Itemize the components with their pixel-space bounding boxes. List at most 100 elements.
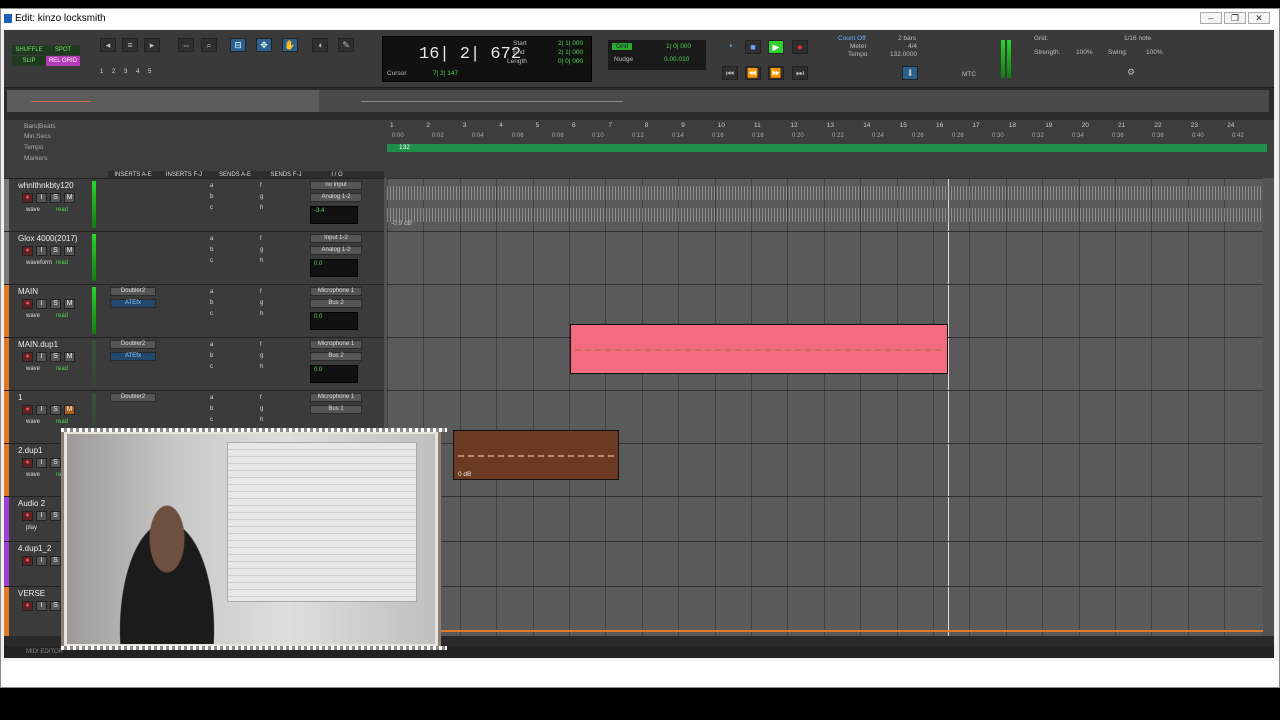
insert-slot-1[interactable]: Doubler2 bbox=[110, 340, 156, 349]
track-view-selector[interactable]: wave bbox=[26, 472, 40, 478]
track-lane[interactable] bbox=[387, 541, 1263, 586]
start-value[interactable]: 2| 1| 000 bbox=[558, 40, 583, 47]
input-monitor-button[interactable]: I bbox=[36, 601, 47, 611]
record-button-icon[interactable]: ● bbox=[792, 40, 808, 54]
tempo-ruler-strip[interactable]: 132 bbox=[387, 144, 1267, 152]
automation-mode[interactable]: read bbox=[56, 366, 68, 372]
send-slot[interactable]: b bbox=[210, 406, 213, 412]
send-slot[interactable]: f bbox=[260, 183, 262, 189]
send-slot[interactable]: h bbox=[260, 364, 263, 370]
mute-button[interactable]: M bbox=[64, 246, 75, 256]
send-slot[interactable]: a bbox=[210, 342, 213, 348]
input-monitor-button[interactable]: I bbox=[36, 511, 47, 521]
bar-number[interactable]: 13 bbox=[827, 122, 834, 129]
volume-readout[interactable]: -3.4 bbox=[310, 206, 358, 224]
solo-button[interactable]: S bbox=[50, 193, 61, 203]
volume-readout[interactable]: 0.0 bbox=[310, 365, 358, 383]
send-slot[interactable]: f bbox=[260, 236, 262, 242]
track-name[interactable]: Audio 2 bbox=[18, 499, 45, 508]
solo-button[interactable]: S bbox=[50, 556, 61, 566]
tempo-value[interactable]: 132.0000 bbox=[890, 51, 917, 58]
output-selector[interactable]: Analog 1-2 bbox=[310, 193, 362, 202]
track-lane[interactable] bbox=[387, 496, 1263, 541]
send-slot[interactable]: h bbox=[260, 205, 263, 211]
zoom-preset-5[interactable]: 5 bbox=[148, 69, 151, 75]
send-slot[interactable]: g bbox=[260, 247, 263, 253]
input-monitor-button[interactable]: I bbox=[36, 193, 47, 203]
end-value[interactable]: 2| 1| 000 bbox=[558, 49, 583, 56]
bar-number[interactable]: 24 bbox=[1227, 122, 1234, 129]
fast-forward-icon[interactable]: ⏩ bbox=[768, 66, 784, 80]
input-selector[interactable]: Microphone 1 bbox=[310, 340, 362, 349]
automation-mode[interactable]: read bbox=[56, 419, 68, 425]
universe-strip[interactable] bbox=[7, 90, 1269, 112]
shuffle-mode-button[interactable]: SHUFFLE bbox=[12, 45, 46, 55]
record-enable-button[interactable]: ● bbox=[22, 556, 33, 566]
bar-number[interactable]: 10 bbox=[718, 122, 725, 129]
automation-mode[interactable]: read bbox=[56, 207, 68, 213]
automation-mode[interactable]: read bbox=[56, 260, 68, 266]
audio-clip-main[interactable] bbox=[570, 324, 948, 374]
bar-number[interactable]: 11 bbox=[754, 122, 761, 129]
send-slot[interactable]: c bbox=[210, 205, 213, 211]
solo-button[interactable]: S bbox=[50, 405, 61, 415]
volume-readout[interactable]: 0.0 bbox=[310, 259, 358, 277]
input-selector[interactable]: no input bbox=[310, 181, 362, 190]
send-slot[interactable]: a bbox=[210, 395, 213, 401]
grid-mode-button[interactable]: REL GRID bbox=[46, 56, 80, 66]
mute-button[interactable]: M bbox=[64, 299, 75, 309]
zoom-preset-2[interactable]: 2 bbox=[112, 69, 115, 75]
search-icon[interactable]: ⌕ bbox=[201, 38, 217, 52]
send-slot[interactable]: c bbox=[210, 311, 213, 317]
input-monitor-button[interactable]: I bbox=[36, 556, 47, 566]
maximize-button[interactable]: ❐ bbox=[1224, 12, 1246, 24]
input-selector[interactable]: Input 1-2 bbox=[310, 234, 362, 243]
send-slot[interactable]: a bbox=[210, 236, 213, 242]
hand-tool-icon[interactable]: ✋ bbox=[282, 38, 298, 52]
output-selector[interactable]: Analog 1-2 bbox=[310, 246, 362, 255]
go-to-end-icon[interactable]: ⏭ bbox=[792, 66, 808, 80]
track-header[interactable]: whnlthnkbty120 ● I S M wave read a f b g c h n… bbox=[4, 178, 384, 231]
play-button-icon[interactable]: ▶ bbox=[768, 40, 784, 54]
send-slot[interactable]: c bbox=[210, 258, 213, 264]
bar-number[interactable]: 22 bbox=[1154, 122, 1161, 129]
send-slot[interactable]: h bbox=[260, 258, 263, 264]
solo-button[interactable]: S bbox=[50, 352, 61, 362]
bar-number[interactable]: 9 bbox=[681, 122, 685, 129]
bar-number[interactable]: 17 bbox=[972, 122, 979, 129]
solo-button[interactable]: S bbox=[50, 246, 61, 256]
bar-number[interactable]: 19 bbox=[1045, 122, 1052, 129]
bar-number[interactable]: 4 bbox=[499, 122, 503, 129]
track-name[interactable]: VERSE bbox=[18, 589, 45, 598]
track-view-selector[interactable]: wave bbox=[26, 207, 40, 213]
pencil-tool-icon[interactable]: ✎ bbox=[338, 38, 354, 52]
input-monitor-button[interactable]: I bbox=[36, 299, 47, 309]
track-view-selector[interactable]: waveform bbox=[26, 260, 52, 266]
bar-number[interactable]: 7 bbox=[608, 122, 612, 129]
bar-number[interactable]: 8 bbox=[645, 122, 649, 129]
ruler-tempo[interactable]: Tempo bbox=[24, 144, 44, 151]
bar-number[interactable]: 3 bbox=[463, 122, 467, 129]
insert-slot-1[interactable]: Doubler2 bbox=[110, 287, 156, 296]
track-lane[interactable] bbox=[387, 231, 1263, 284]
return-to-zero-icon[interactable]: ⏮ bbox=[722, 66, 738, 80]
strength-value[interactable]: 100% bbox=[1076, 49, 1093, 56]
solo-button[interactable]: S bbox=[50, 601, 61, 611]
output-selector[interactable]: Bus 1 bbox=[310, 405, 362, 414]
insert-slot-2[interactable]: ATEfx bbox=[110, 352, 156, 361]
ruler-min-secs[interactable]: Min:Secs bbox=[24, 133, 51, 140]
bar-number[interactable]: 23 bbox=[1191, 122, 1198, 129]
output-selector[interactable]: Bus 2 bbox=[310, 299, 362, 308]
conductor-icon[interactable]: ⬇ bbox=[902, 66, 918, 80]
track-name[interactable]: 4.dup1_2 bbox=[18, 544, 51, 553]
bar-number[interactable]: 20 bbox=[1082, 122, 1089, 129]
bar-number[interactable]: 21 bbox=[1118, 122, 1125, 129]
send-slot[interactable]: b bbox=[210, 353, 213, 359]
send-slot[interactable]: g bbox=[260, 300, 263, 306]
solo-button[interactable]: S bbox=[50, 511, 61, 521]
track-name[interactable]: whnlthnkbty120 bbox=[18, 181, 74, 190]
minimize-button[interactable]: – bbox=[1200, 12, 1222, 24]
zoom-out-icon[interactable]: ◂ bbox=[100, 38, 116, 52]
rewind-icon[interactable]: ⏪ bbox=[745, 66, 761, 80]
track-name[interactable]: Glox 4000(2017) bbox=[18, 234, 78, 243]
